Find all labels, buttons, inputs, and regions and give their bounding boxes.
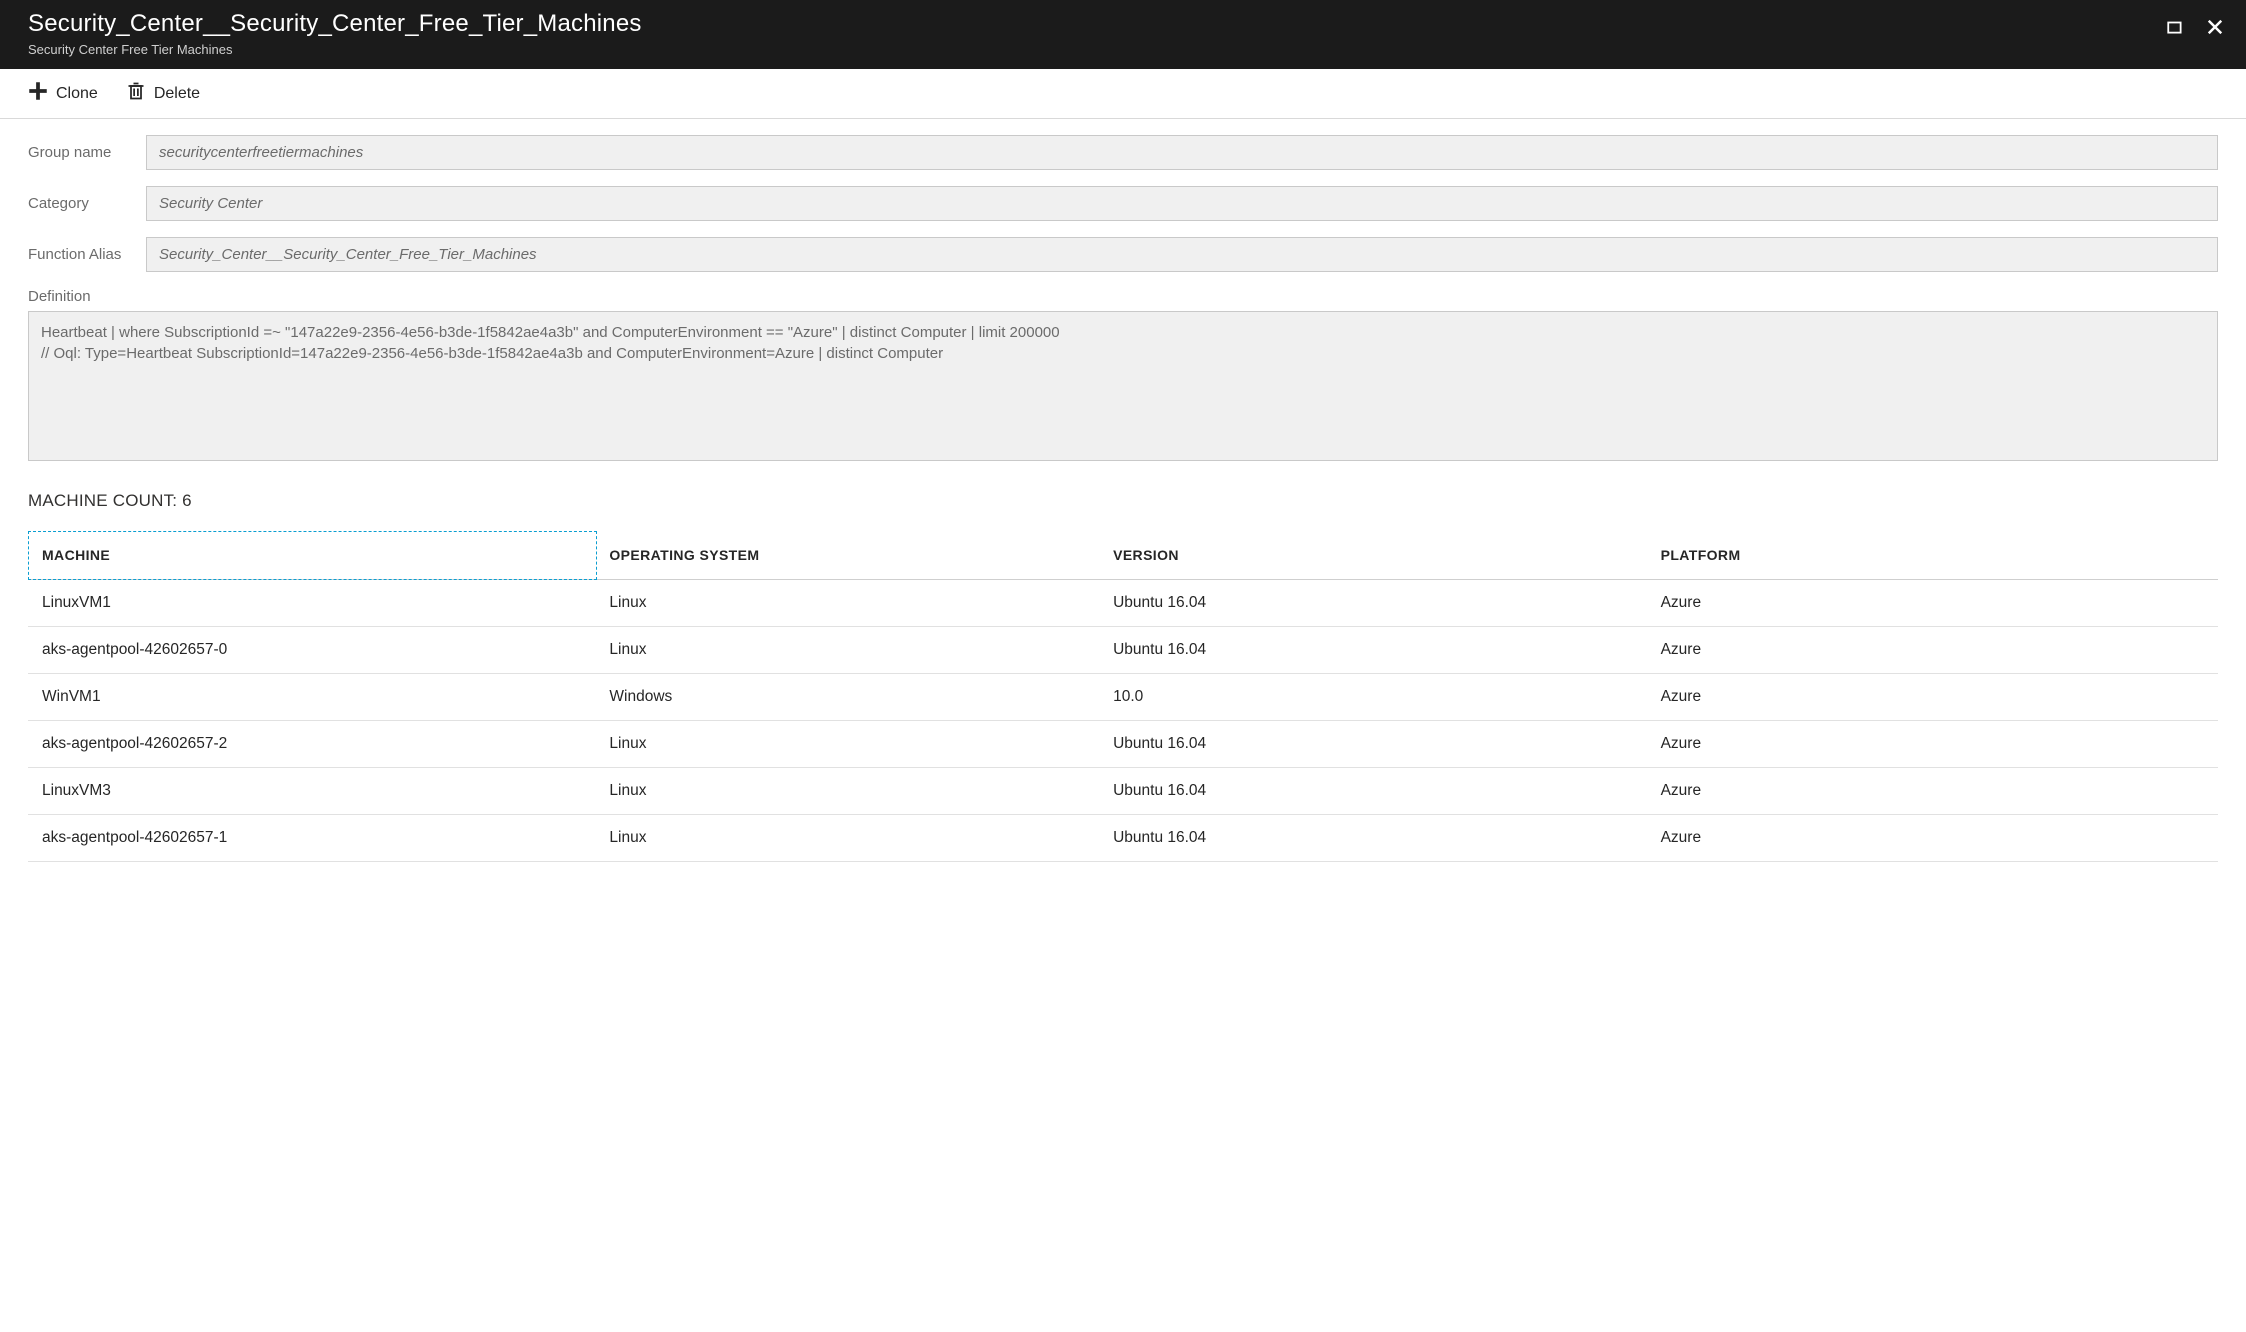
col-header-platform[interactable]: PLATFORM [1649,531,2218,580]
col-header-machine[interactable]: MACHINE [28,531,597,580]
table-row[interactable]: LinuxVM1LinuxUbuntu 16.04Azure [28,580,2218,627]
cell-platform: Azure [1649,815,2218,862]
title-texts: Security_Center__Security_Center_Free_Ti… [28,10,2162,57]
page-title: Security_Center__Security_Center_Free_Ti… [28,10,2162,38]
cell-platform: Azure [1649,721,2218,768]
cell-machine: WinVM1 [28,674,597,721]
category-label: Category [28,195,146,212]
definition-field[interactable]: Heartbeat | where SubscriptionId =~ "147… [28,311,2218,461]
group-name-label: Group name [28,144,146,161]
cell-version: 10.0 [1101,674,1649,721]
cell-machine: aks-agentpool-42602657-2 [28,721,597,768]
plus-icon [28,81,48,106]
cell-version: Ubuntu 16.04 [1101,721,1649,768]
delete-button[interactable]: Delete [126,81,200,106]
cell-platform: Azure [1649,674,2218,721]
cell-machine: LinuxVM3 [28,768,597,815]
cell-platform: Azure [1649,768,2218,815]
machines-table-wrap: MACHINE OPERATING SYSTEM VERSION PLATFOR… [0,521,2246,882]
clone-label: Clone [56,85,98,103]
table-header-row: MACHINE OPERATING SYSTEM VERSION PLATFOR… [28,531,2218,580]
cell-os: Linux [597,721,1101,768]
cell-version: Ubuntu 16.04 [1101,768,1649,815]
category-field[interactable]: Security Center [146,186,2218,221]
col-header-version[interactable]: VERSION [1101,531,1649,580]
cell-os: Linux [597,627,1101,674]
cell-os: Linux [597,580,1101,627]
function-alias-field[interactable]: Security_Center__Security_Center_Free_Ti… [146,237,2218,272]
close-icon[interactable] [2202,14,2228,40]
cell-version: Ubuntu 16.04 [1101,580,1649,627]
cell-platform: Azure [1649,580,2218,627]
group-name-field[interactable]: securitycenterfreetiermachines [146,135,2218,170]
function-alias-row: Function Alias Security_Center__Security… [28,237,2218,272]
machine-count-label: MACHINE COUNT: 6 [0,467,2246,521]
machines-table: MACHINE OPERATING SYSTEM VERSION PLATFOR… [28,531,2218,862]
table-row[interactable]: WinVM1Windows10.0Azure [28,674,2218,721]
cell-os: Linux [597,768,1101,815]
table-row[interactable]: aks-agentpool-42602657-0LinuxUbuntu 16.0… [28,627,2218,674]
table-row[interactable]: aks-agentpool-42602657-1LinuxUbuntu 16.0… [28,815,2218,862]
category-row: Category Security Center [28,186,2218,221]
trash-icon [126,81,146,106]
delete-label: Delete [154,85,200,103]
function-alias-label: Function Alias [28,246,146,263]
restore-icon[interactable] [2162,14,2188,40]
title-bar: Security_Center__Security_Center_Free_Ti… [0,0,2246,69]
toolbar: Clone Delete [0,69,2246,119]
cell-machine: LinuxVM1 [28,580,597,627]
window-buttons [2162,10,2228,40]
cell-os: Linux [597,815,1101,862]
cell-platform: Azure [1649,627,2218,674]
table-row[interactable]: LinuxVM3LinuxUbuntu 16.04Azure [28,768,2218,815]
cell-machine: aks-agentpool-42602657-0 [28,627,597,674]
form-area: Group name securitycenterfreetiermachine… [0,119,2246,467]
col-header-os[interactable]: OPERATING SYSTEM [597,531,1101,580]
table-row[interactable]: aks-agentpool-42602657-2LinuxUbuntu 16.0… [28,721,2218,768]
cell-machine: aks-agentpool-42602657-1 [28,815,597,862]
clone-button[interactable]: Clone [28,81,98,106]
cell-os: Windows [597,674,1101,721]
cell-version: Ubuntu 16.04 [1101,815,1649,862]
page-subtitle: Security Center Free Tier Machines [28,42,2162,57]
cell-version: Ubuntu 16.04 [1101,627,1649,674]
definition-label: Definition [28,288,2218,305]
group-name-row: Group name securitycenterfreetiermachine… [28,135,2218,170]
